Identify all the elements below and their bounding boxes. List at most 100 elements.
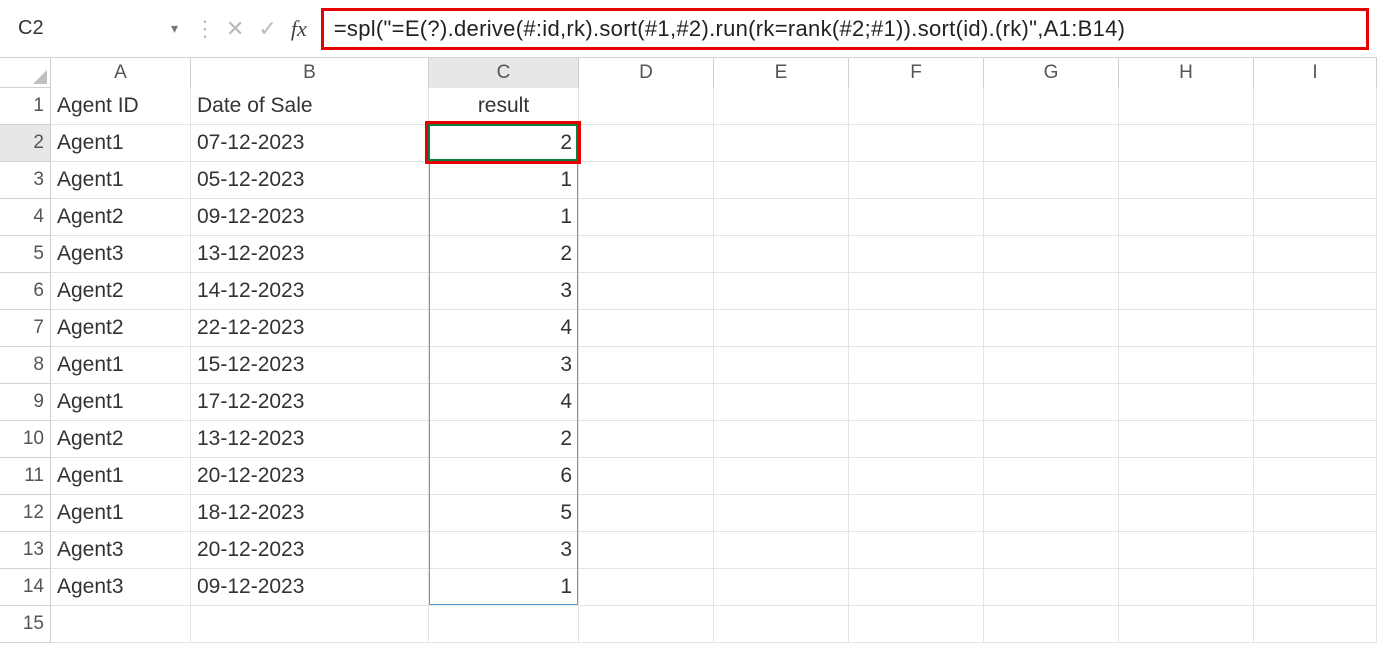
cell-E14[interactable]: [714, 569, 849, 606]
cell-C5[interactable]: 2: [429, 236, 579, 273]
cell-C14[interactable]: 1: [429, 569, 579, 606]
cell-D13[interactable]: [579, 532, 714, 569]
cell-C6[interactable]: 3: [429, 273, 579, 310]
cell-B3[interactable]: 05-12-2023: [191, 162, 429, 199]
cell-A1[interactable]: Agent ID: [51, 88, 191, 125]
cell-C4[interactable]: 1: [429, 199, 579, 236]
cell-F12[interactable]: [849, 495, 984, 532]
cell-A12[interactable]: Agent1: [51, 495, 191, 532]
cell-I11[interactable]: [1254, 458, 1377, 495]
cell-H12[interactable]: [1119, 495, 1254, 532]
cell-H3[interactable]: [1119, 162, 1254, 199]
cell-H10[interactable]: [1119, 421, 1254, 458]
cell-E8[interactable]: [714, 347, 849, 384]
cell-C3[interactable]: 1: [429, 162, 579, 199]
cell-E2[interactable]: [714, 125, 849, 162]
cell-B8[interactable]: 15-12-2023: [191, 347, 429, 384]
cell-I9[interactable]: [1254, 384, 1377, 421]
cell-A13[interactable]: Agent3: [51, 532, 191, 569]
cell-G1[interactable]: [984, 88, 1119, 125]
cell-D1[interactable]: [579, 88, 714, 125]
cell-B4[interactable]: 09-12-2023: [191, 199, 429, 236]
cell-B7[interactable]: 22-12-2023: [191, 310, 429, 347]
cell-H9[interactable]: [1119, 384, 1254, 421]
row-header-10[interactable]: 10: [0, 421, 51, 458]
row-header-7[interactable]: 7: [0, 310, 51, 347]
cell-D14[interactable]: [579, 569, 714, 606]
cell-I5[interactable]: [1254, 236, 1377, 273]
cell-I3[interactable]: [1254, 162, 1377, 199]
cell-H7[interactable]: [1119, 310, 1254, 347]
row-header-11[interactable]: 11: [0, 458, 51, 495]
cell-G5[interactable]: [984, 236, 1119, 273]
select-all-corner[interactable]: [0, 58, 51, 88]
cell-A10[interactable]: Agent2: [51, 421, 191, 458]
cell-E7[interactable]: [714, 310, 849, 347]
cell-F7[interactable]: [849, 310, 984, 347]
cell-H11[interactable]: [1119, 458, 1254, 495]
cell-E10[interactable]: [714, 421, 849, 458]
cell-H6[interactable]: [1119, 273, 1254, 310]
cell-A2[interactable]: Agent1: [51, 125, 191, 162]
cell-I6[interactable]: [1254, 273, 1377, 310]
cell-D12[interactable]: [579, 495, 714, 532]
formula-input[interactable]: =spl("=E(?).derive(#:id,rk).sort(#1,#2).…: [321, 8, 1369, 50]
cell-I7[interactable]: [1254, 310, 1377, 347]
row-header-6[interactable]: 6: [0, 273, 51, 310]
cell-G12[interactable]: [984, 495, 1119, 532]
cell-I13[interactable]: [1254, 532, 1377, 569]
column-header-I[interactable]: I: [1254, 58, 1377, 88]
cell-D10[interactable]: [579, 421, 714, 458]
row-header-14[interactable]: 14: [0, 569, 51, 606]
cell-G10[interactable]: [984, 421, 1119, 458]
cell-B9[interactable]: 17-12-2023: [191, 384, 429, 421]
cell-A7[interactable]: Agent2: [51, 310, 191, 347]
cell-D8[interactable]: [579, 347, 714, 384]
cell-F5[interactable]: [849, 236, 984, 273]
cell-A9[interactable]: Agent1: [51, 384, 191, 421]
fx-icon[interactable]: fx: [291, 16, 307, 42]
cell-I15[interactable]: [1254, 606, 1377, 643]
cell-E15[interactable]: [714, 606, 849, 643]
row-header-12[interactable]: 12: [0, 495, 51, 532]
cell-A11[interactable]: Agent1: [51, 458, 191, 495]
cell-E1[interactable]: [714, 88, 849, 125]
cell-A8[interactable]: Agent1: [51, 347, 191, 384]
cell-D9[interactable]: [579, 384, 714, 421]
cell-I1[interactable]: [1254, 88, 1377, 125]
cancel-icon[interactable]: ✕: [226, 16, 244, 42]
cell-I10[interactable]: [1254, 421, 1377, 458]
cell-G6[interactable]: [984, 273, 1119, 310]
cell-B15[interactable]: [191, 606, 429, 643]
cell-A15[interactable]: [51, 606, 191, 643]
name-box[interactable]: C2 ▾: [8, 8, 188, 50]
cell-D2[interactable]: [579, 125, 714, 162]
column-header-E[interactable]: E: [714, 58, 849, 88]
column-header-H[interactable]: H: [1119, 58, 1254, 88]
cell-C1[interactable]: result: [429, 88, 579, 125]
cell-A14[interactable]: Agent3: [51, 569, 191, 606]
cell-F6[interactable]: [849, 273, 984, 310]
cell-G9[interactable]: [984, 384, 1119, 421]
cell-C2[interactable]: 2: [429, 125, 579, 162]
cell-F15[interactable]: [849, 606, 984, 643]
column-header-D[interactable]: D: [579, 58, 714, 88]
column-header-A[interactable]: A: [51, 58, 191, 88]
cell-B14[interactable]: 09-12-2023: [191, 569, 429, 606]
cell-B13[interactable]: 20-12-2023: [191, 532, 429, 569]
cell-H4[interactable]: [1119, 199, 1254, 236]
cell-D15[interactable]: [579, 606, 714, 643]
row-header-4[interactable]: 4: [0, 199, 51, 236]
cell-B1[interactable]: Date of Sale: [191, 88, 429, 125]
cell-G2[interactable]: [984, 125, 1119, 162]
row-header-9[interactable]: 9: [0, 384, 51, 421]
cell-G3[interactable]: [984, 162, 1119, 199]
column-header-F[interactable]: F: [849, 58, 984, 88]
cell-I4[interactable]: [1254, 199, 1377, 236]
cell-D7[interactable]: [579, 310, 714, 347]
cell-F14[interactable]: [849, 569, 984, 606]
row-header-13[interactable]: 13: [0, 532, 51, 569]
cell-F9[interactable]: [849, 384, 984, 421]
cell-A5[interactable]: Agent3: [51, 236, 191, 273]
cell-F11[interactable]: [849, 458, 984, 495]
